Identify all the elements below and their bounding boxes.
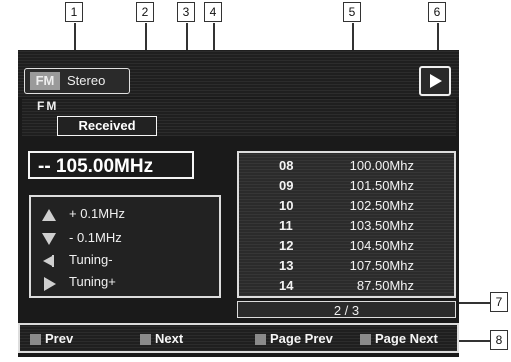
prev-label: Prev xyxy=(45,331,74,346)
page-next-label: Page Next xyxy=(375,331,438,346)
preset-number: 09 xyxy=(279,178,294,193)
preset-frequency: 103.50Mhz xyxy=(349,218,414,233)
play-right-icon xyxy=(41,275,59,291)
band-tag: FM xyxy=(30,72,60,90)
tuning-plus-button[interactable]: Tuning+ xyxy=(41,272,116,292)
preset-number: 11 xyxy=(279,218,293,233)
preset-item[interactable]: 14 87.50Mhz xyxy=(239,277,454,295)
seek-left-icon xyxy=(41,253,59,269)
preset-item[interactable]: 13 107.50Mhz xyxy=(239,257,454,275)
triangle-up-icon xyxy=(41,207,59,223)
preset-item[interactable]: 10 102.50Mhz xyxy=(239,197,454,215)
button-square-icon xyxy=(30,334,41,346)
preset-frequency: 104.50Mhz xyxy=(349,238,414,253)
tuning-plus-label: Tuning+ xyxy=(69,274,116,289)
frequency-display: -- 105.00MHz xyxy=(28,151,194,179)
preset-number: 12 xyxy=(279,238,294,253)
triangle-down-icon xyxy=(41,231,59,247)
page-next-button[interactable]: Page Next xyxy=(360,331,438,347)
preset-frequency: 101.50Mhz xyxy=(349,178,414,193)
callout-6: 6 xyxy=(428,2,446,22)
mode-indicator: FM Stereo xyxy=(24,68,130,94)
preset-number: 14 xyxy=(279,278,294,293)
preset-number: 08 xyxy=(279,158,294,173)
stereo-label: Stereo xyxy=(67,73,106,88)
button-square-icon xyxy=(255,334,266,346)
callout-2: 2 xyxy=(136,2,154,22)
callout-line-7 xyxy=(458,302,490,304)
page-prev-label: Page Prev xyxy=(270,331,333,346)
preset-list: 08 100.00Mhz 09 101.50Mhz 10 102.50Mhz 11 10… xyxy=(237,151,456,298)
preset-item[interactable]: 08 100.00Mhz xyxy=(239,157,454,175)
page-prev-button[interactable]: Page Prev xyxy=(255,331,333,347)
tune-down-label: - 0.1MHz xyxy=(69,230,122,245)
callout-5: 5 xyxy=(343,2,361,22)
button-square-icon xyxy=(360,334,371,346)
page-indicator: 2 / 3 xyxy=(237,301,456,318)
preset-item[interactable]: 12 104.50Mhz xyxy=(239,237,454,255)
reception-status: Received xyxy=(57,116,157,136)
tuning-minus-button[interactable]: Tuning- xyxy=(41,250,113,270)
callout-4: 4 xyxy=(204,2,222,22)
radio-screen: FM Stereo FM Received -- 105.00MHz + 0.1… xyxy=(18,50,459,357)
tune-down-button[interactable]: - 0.1MHz xyxy=(41,228,122,248)
preset-frequency: 100.00Mhz xyxy=(349,158,414,173)
tune-up-button[interactable]: + 0.1MHz xyxy=(41,204,125,224)
preset-frequency: 107.50Mhz xyxy=(349,258,414,273)
next-button[interactable]: Next xyxy=(140,331,183,347)
bottom-bar: Prev Next Page Prev Page Next xyxy=(18,323,459,353)
preset-item[interactable]: 11 103.50Mhz xyxy=(239,217,454,235)
callout-8: 8 xyxy=(490,330,508,350)
callout-line-8 xyxy=(458,340,490,342)
button-square-icon xyxy=(140,334,151,346)
preset-frequency: 87.50Mhz xyxy=(356,278,414,293)
play-icon xyxy=(430,74,442,88)
tune-up-label: + 0.1MHz xyxy=(69,206,125,221)
preset-number: 13 xyxy=(279,258,294,273)
preset-number: 10 xyxy=(279,198,294,213)
preset-item[interactable]: 09 101.50Mhz xyxy=(239,177,454,195)
tuning-panel: + 0.1MHz - 0.1MHz Tuning- Tuning+ xyxy=(29,195,221,298)
preset-frequency: 102.50Mhz xyxy=(349,198,414,213)
play-button[interactable] xyxy=(419,66,451,96)
next-label: Next xyxy=(155,331,184,346)
band-label: FM xyxy=(37,99,59,113)
info-bar: FM Received xyxy=(22,99,456,136)
tuning-minus-label: Tuning- xyxy=(69,252,113,267)
prev-button[interactable]: Prev xyxy=(30,331,73,347)
top-bar: FM Stereo xyxy=(18,50,459,97)
callout-1: 1 xyxy=(65,2,83,22)
callout-3: 3 xyxy=(177,2,195,22)
callout-7: 7 xyxy=(490,292,508,312)
